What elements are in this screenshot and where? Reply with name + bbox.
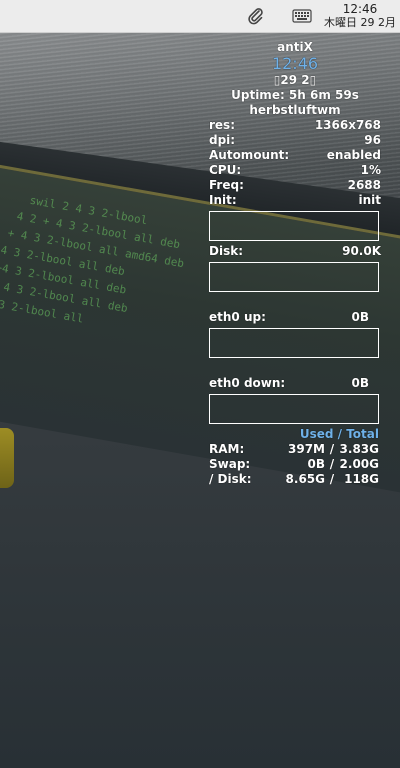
info-value: init [358,193,381,207]
eth-down-row: eth0 down: 0B [209,376,381,391]
hostname: antiX [277,40,313,54]
info-value: 1366x768 [314,118,381,132]
info-label: res: [209,118,235,132]
mem-header: Used / Total [299,427,379,441]
window-manager: herbstluftwm [249,103,341,117]
keyboard-icon[interactable] [292,8,312,28]
info-row-cpu: CPU: 1% [209,163,381,178]
disk-label: Disk: [209,244,243,258]
conky-clock: 12:46 [271,54,319,73]
eth-down-label: eth0 down: [209,376,286,390]
info-label: CPU: [209,163,242,177]
mem-row-swap: Swap: 0B / 2.00G [209,457,381,472]
info-label: Init: [209,193,237,207]
info-label: Automount: [209,148,290,162]
eth-up-value: 0B [351,310,370,324]
info-label: dpi: [209,133,236,147]
info-label: Freq: [209,178,244,192]
mem-total: 2.00G [339,457,379,471]
disk-graph [209,262,379,292]
mem-total: 118G [344,472,379,486]
mem-total: 3.83G [339,442,379,456]
eth-up-label: eth0 up: [209,310,266,324]
uptime: Uptime: 5h 6m 59s [231,88,359,102]
desktop: 12:46 木曜日 29 2月 swil 2 4 3 2-lbool 4 2 +… [0,0,400,768]
info-row-freq: Freq: 2688 [209,178,381,193]
wallpaper-object [0,428,14,488]
mem-row-ram: RAM: 397M / 3.83G [209,442,381,457]
mem-label: Swap: [209,457,251,471]
info-row-res: res: 1366x768 [209,118,381,133]
mem-sep: / [329,442,335,456]
info-value: enabled [326,148,381,162]
cpu-graph [209,211,379,241]
info-row-init: Init: init [209,193,381,208]
conky-date: ▯29 2▯ [273,73,317,87]
disk-row: Disk: 90.0K [209,244,381,259]
info-row-automount: Automount: enabled [209,148,381,163]
disk-value: 90.0K [342,244,381,258]
panel-date: 木曜日 29 2月 [324,16,396,29]
mem-sep: / [329,472,335,486]
eth-down-graph [209,394,379,424]
mem-row-disk: / Disk: 8.65G / 118G [209,472,381,487]
panel-time: 12:46 [342,2,378,16]
mem-used: 397M [288,442,325,456]
eth-down-value: 0B [351,376,370,390]
info-value: 2688 [347,178,381,192]
mem-used: 8.65G [285,472,325,486]
mem-label: RAM: [209,442,245,456]
mem-sep: / [329,457,335,471]
panel-clock[interactable]: 12:46 木曜日 29 2月 [324,2,396,30]
paperclip-icon[interactable] [246,6,266,26]
top-panel: 12:46 木曜日 29 2月 [0,0,400,33]
eth-up-graph [209,328,379,358]
info-row-dpi: dpi: 96 [209,133,381,148]
mem-used: 0B [307,457,326,471]
info-value: 1% [360,163,381,177]
eth-up-row: eth0 up: 0B [209,310,381,325]
mem-label: / Disk: [209,472,252,486]
conky-monitor: antiX 12:46 ▯29 2▯ Uptime: 5h 6m 59s her… [209,40,381,487]
info-value: 96 [364,133,381,147]
